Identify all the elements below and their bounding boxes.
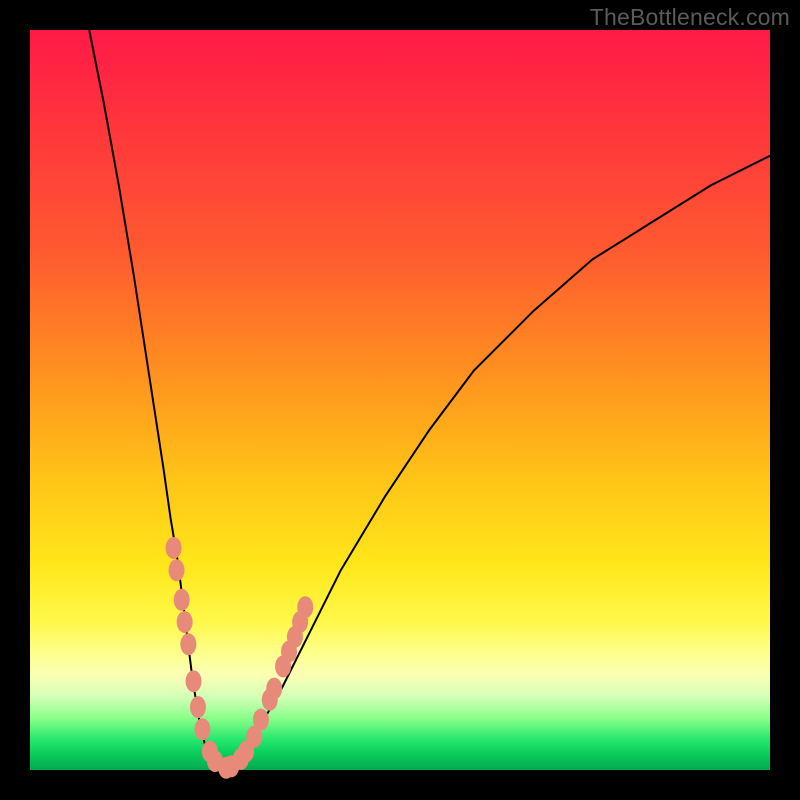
chart-plot-area: [30, 30, 770, 770]
chart-frame: TheBottleneck.com: [0, 0, 800, 800]
curve-point: [166, 537, 182, 559]
curve-points: [166, 537, 314, 779]
curve-point: [169, 559, 185, 581]
curve-point: [194, 718, 210, 740]
watermark-text: TheBottleneck.com: [590, 4, 790, 31]
bottleneck-curve: [89, 30, 770, 770]
curve-point: [190, 696, 206, 718]
curve-point: [253, 709, 269, 731]
curve-point: [174, 589, 190, 611]
curve-point: [186, 670, 202, 692]
curve-point: [180, 633, 196, 655]
curve-point: [266, 678, 282, 700]
chart-svg: [30, 30, 770, 770]
curve-point: [177, 611, 193, 633]
curve-point: [297, 596, 313, 618]
